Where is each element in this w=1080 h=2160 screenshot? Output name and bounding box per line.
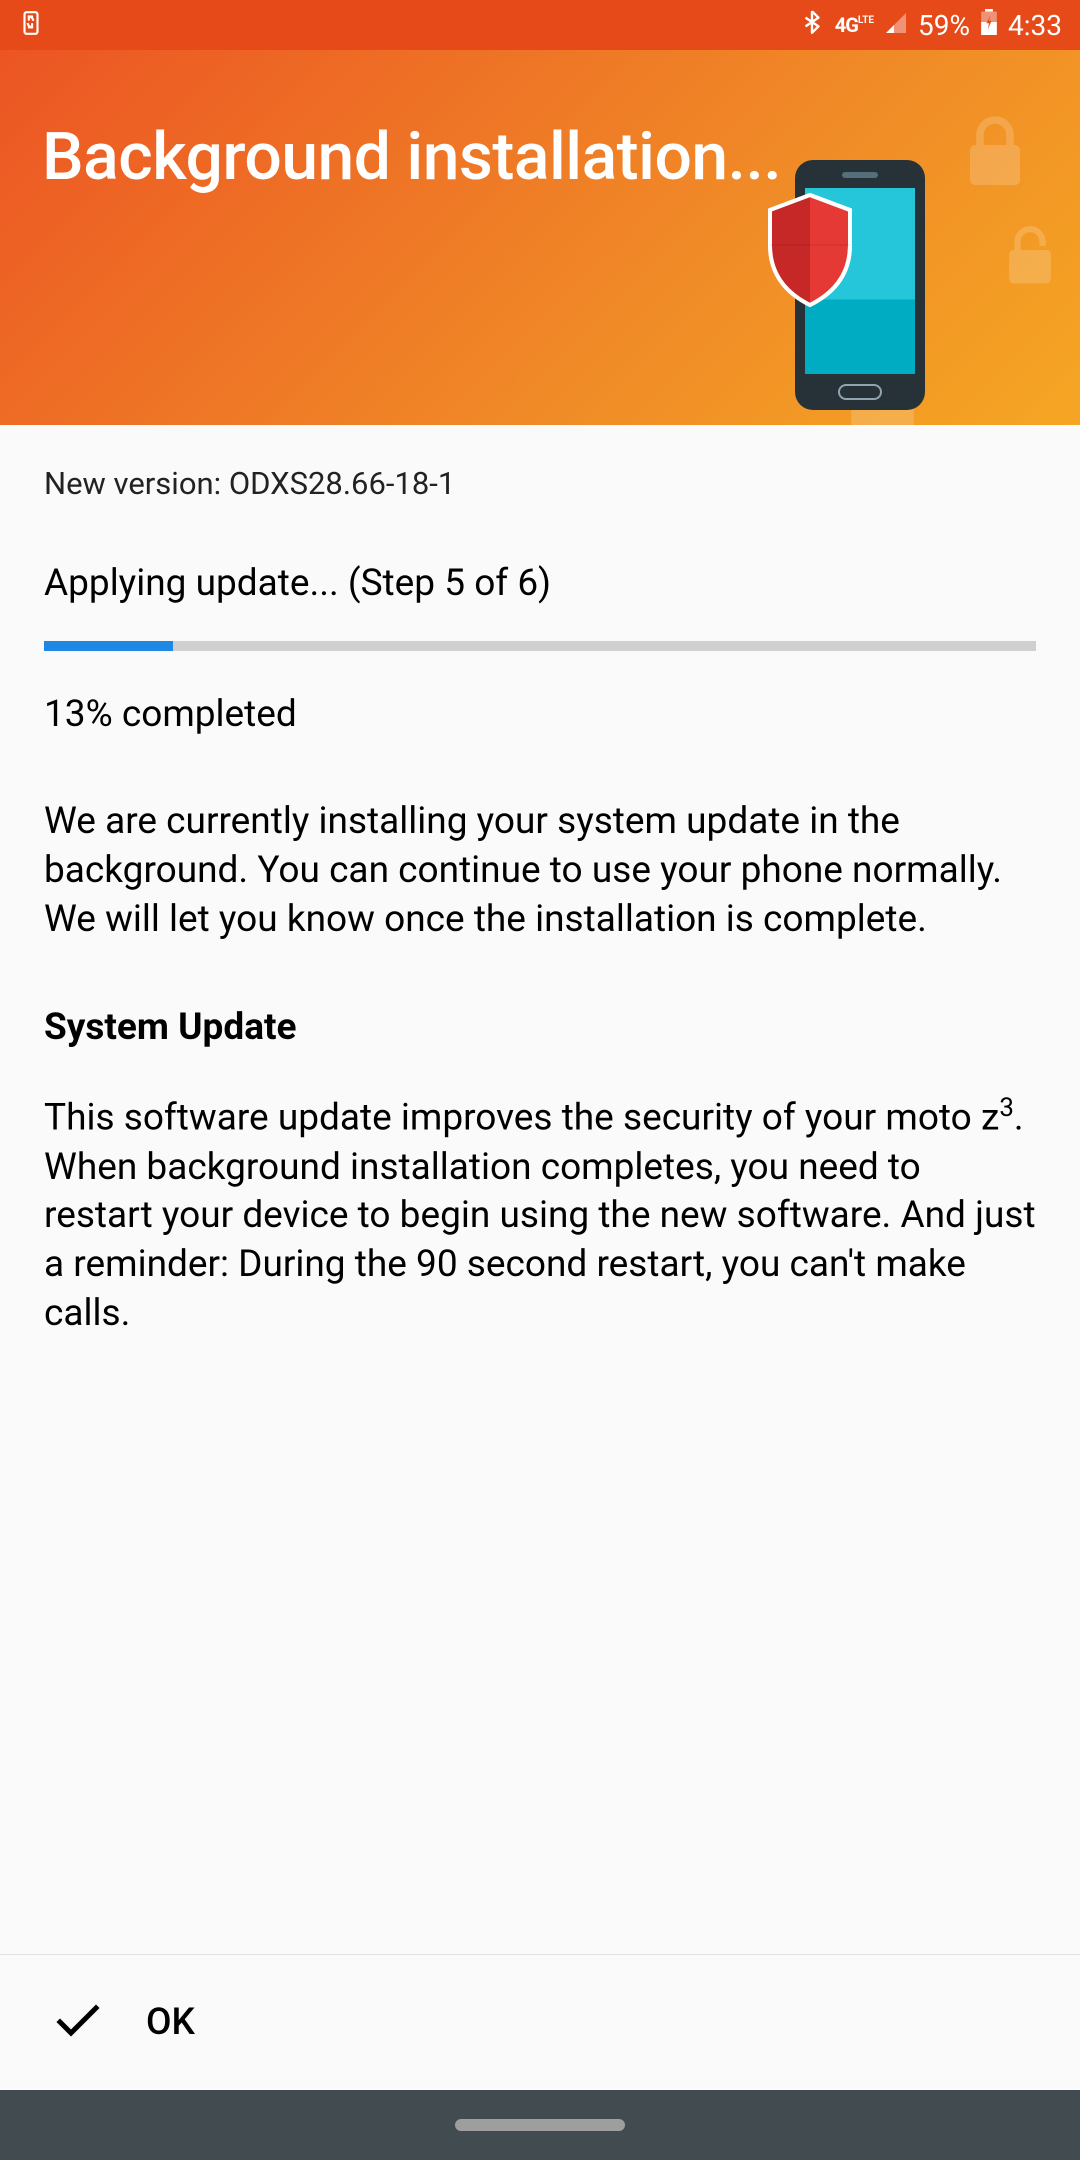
bluetooth-icon: [799, 9, 825, 42]
status-bar: 4G LTE 59% 4:33: [0, 0, 1080, 50]
status-right: 4G LTE 59% 4:33: [799, 9, 1062, 42]
version-label: New version: ODXS28.66-18-1: [44, 465, 1036, 502]
shield-icon: [760, 190, 860, 310]
clock-label: 4:33: [1008, 9, 1062, 42]
signal-icon: [884, 9, 908, 42]
description-text: We are currently installing your system …: [44, 798, 1036, 944]
sync-icon: [18, 10, 44, 40]
network-type-label: 4G LTE: [835, 15, 874, 35]
battery-charging-icon: [980, 9, 998, 42]
lock-icon: [1005, 225, 1055, 285]
ok-label: OK: [146, 2001, 195, 2044]
ok-button[interactable]: OK: [0, 1954, 1080, 2090]
navigation-bar[interactable]: [0, 2090, 1080, 2160]
check-icon: [56, 2004, 100, 2042]
battery-percent-label: 59%: [918, 9, 970, 42]
lock-icon: [965, 115, 1025, 190]
content-area: New version: ODXS28.66-18-1 Applying upd…: [0, 425, 1080, 1379]
progress-bar: [44, 641, 1036, 651]
header-banner: Background installation...: [0, 50, 1080, 425]
home-pill[interactable]: [455, 2119, 625, 2131]
progress-fill: [44, 641, 173, 651]
completed-label: 13% completed: [44, 693, 1036, 736]
section-heading: System Update: [44, 1006, 1036, 1049]
details-text: This software update improves the securi…: [44, 1091, 1036, 1338]
step-label: Applying update... (Step 5 of 6): [44, 562, 1036, 605]
status-left: [18, 10, 44, 40]
